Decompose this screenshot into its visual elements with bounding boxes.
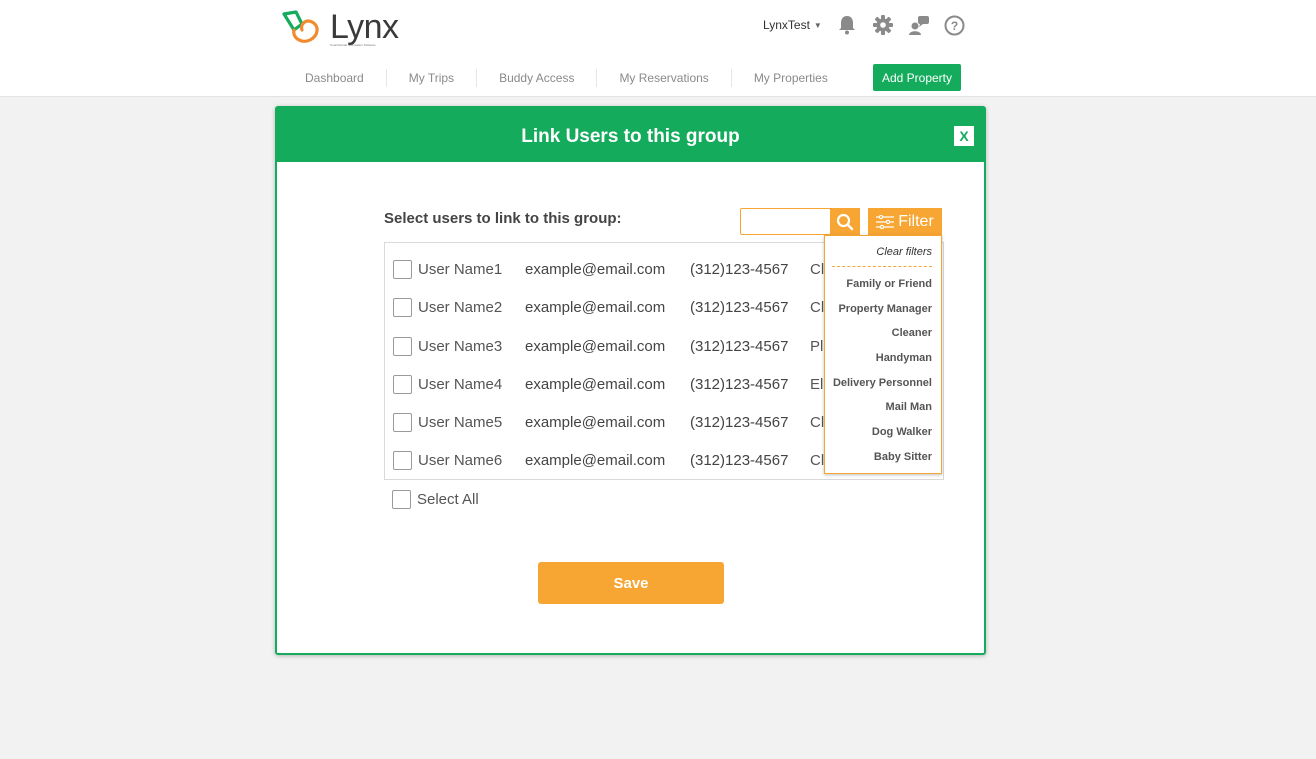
save-button[interactable]: Save bbox=[538, 562, 724, 604]
support-icon[interactable] bbox=[908, 14, 930, 36]
filter-option-cleaner[interactable]: Cleaner bbox=[892, 327, 932, 339]
select-users-label: Select users to link to this group: bbox=[384, 210, 622, 227]
top-header: Lynx Small Rental Automation Software Ly… bbox=[0, 0, 1316, 97]
user-name: User Name3 bbox=[418, 338, 503, 355]
user-phone: (312)123-4567 bbox=[690, 261, 789, 278]
filter-option-handyman[interactable]: Handyman bbox=[876, 352, 932, 364]
filter-option-property-manager[interactable]: Property Manager bbox=[838, 303, 932, 315]
username-menu[interactable]: LynxTest bbox=[763, 18, 810, 32]
select-all-checkbox[interactable] bbox=[392, 489, 411, 509]
user-checkbox[interactable] bbox=[393, 413, 412, 432]
user-role: Pl bbox=[810, 338, 824, 355]
close-button[interactable]: X bbox=[954, 126, 974, 146]
user-name: User Name6 bbox=[418, 452, 503, 469]
add-property-button[interactable]: Add Property bbox=[873, 64, 961, 91]
user-name: User Name4 bbox=[418, 376, 503, 393]
user-checkbox[interactable] bbox=[393, 375, 412, 394]
user-phone: (312)123-4567 bbox=[690, 338, 789, 355]
filter-label: Filter bbox=[898, 212, 934, 230]
user-role: Cl bbox=[810, 261, 825, 278]
user-phone: (312)123-4567 bbox=[690, 414, 789, 431]
user-email: example@email.com bbox=[525, 452, 666, 469]
filter-option-mail-man[interactable]: Mail Man bbox=[886, 401, 932, 413]
user-area: LynxTest ▼ ? bbox=[763, 14, 980, 36]
filter-dropdown: Clear filters Family or Friend Property … bbox=[824, 235, 942, 474]
clear-filters-link[interactable]: Clear filters bbox=[876, 246, 932, 258]
search-icon bbox=[836, 213, 854, 230]
filter-option-dog-walker[interactable]: Dog Walker bbox=[872, 426, 932, 438]
modal-header: Link Users to this group X bbox=[277, 108, 984, 162]
lynx-logo[interactable]: Lynx Small Rental Automation Software bbox=[280, 8, 399, 50]
user-role: Cl bbox=[810, 299, 825, 316]
brand-tagline: Small Rental Automation Software bbox=[330, 43, 376, 47]
user-email: example@email.com bbox=[525, 261, 666, 278]
select-all-label: Select All bbox=[417, 490, 479, 508]
lynx-logo-mark bbox=[282, 10, 319, 43]
sliders-icon bbox=[876, 214, 895, 229]
user-role: Cl bbox=[810, 452, 825, 469]
user-email: example@email.com bbox=[525, 376, 666, 393]
user-checkbox[interactable] bbox=[393, 451, 412, 470]
user-email: example@email.com bbox=[525, 414, 666, 431]
user-email: example@email.com bbox=[525, 338, 666, 355]
user-phone: (312)123-4567 bbox=[690, 376, 789, 393]
brand-name: Lynx bbox=[330, 8, 399, 46]
user-checkbox[interactable] bbox=[393, 260, 412, 279]
modal-title: Link Users to this group bbox=[521, 126, 740, 147]
filter-button[interactable]: Filter bbox=[868, 208, 942, 235]
user-phone: (312)123-4567 bbox=[690, 452, 789, 469]
help-icon[interactable]: ? bbox=[944, 14, 966, 36]
bell-icon[interactable] bbox=[836, 14, 858, 36]
search-button[interactable] bbox=[830, 208, 860, 235]
user-name: User Name5 bbox=[418, 414, 503, 431]
user-name: User Name2 bbox=[418, 299, 503, 316]
main-nav: Dashboard My Trips Buddy Access My Reser… bbox=[283, 64, 850, 91]
search-input[interactable] bbox=[740, 208, 831, 235]
user-phone: (312)123-4567 bbox=[690, 299, 789, 316]
user-role: El bbox=[810, 376, 824, 393]
user-checkbox[interactable] bbox=[393, 298, 412, 317]
filter-option-family-or-friend[interactable]: Family or Friend bbox=[846, 278, 932, 290]
user-role: Cl bbox=[810, 414, 825, 431]
user-email: example@email.com bbox=[525, 299, 666, 316]
nav-my-trips[interactable]: My Trips bbox=[387, 68, 478, 87]
nav-my-properties[interactable]: My Properties bbox=[732, 69, 850, 87]
user-checkbox[interactable] bbox=[393, 337, 412, 356]
select-all[interactable]: Select All bbox=[392, 489, 479, 509]
dropdown-divider bbox=[832, 266, 932, 267]
nav-buddy-access[interactable]: Buddy Access bbox=[477, 68, 598, 87]
nav-my-reservations[interactable]: My Reservations bbox=[597, 68, 732, 87]
filter-option-baby-sitter[interactable]: Baby Sitter bbox=[874, 451, 932, 463]
filter-option-delivery-personnel[interactable]: Delivery Personnel bbox=[833, 377, 932, 389]
svg-text:?: ? bbox=[951, 19, 958, 33]
user-name: User Name1 bbox=[418, 261, 503, 278]
gear-icon[interactable] bbox=[872, 14, 894, 36]
chevron-down-icon[interactable]: ▼ bbox=[814, 21, 822, 30]
nav-dashboard[interactable]: Dashboard bbox=[283, 68, 387, 87]
